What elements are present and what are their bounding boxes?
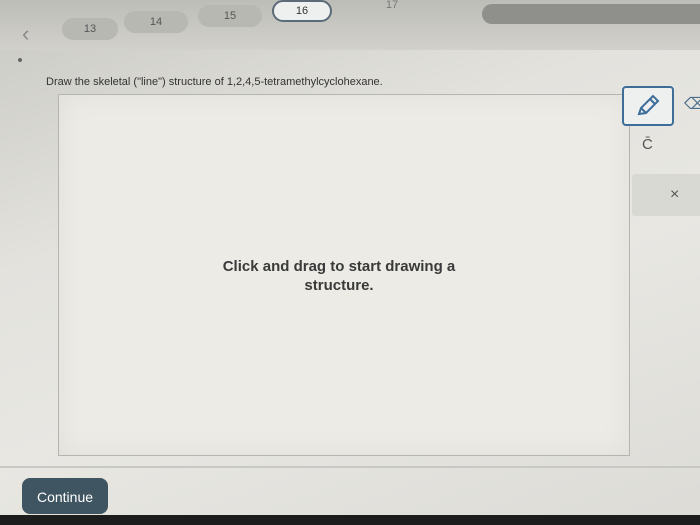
screen-edge [0, 515, 700, 525]
pencil-tool-button[interactable] [622, 86, 674, 126]
drawing-canvas[interactable]: Click and drag to start drawing a struct… [58, 94, 630, 456]
eraser-icon[interactable]: ⌫ [684, 94, 700, 114]
question-15-button[interactable]: 15 [198, 5, 262, 27]
divider [0, 466, 700, 468]
progress-strip [482, 4, 700, 24]
charge-button[interactable]: C̄ [642, 136, 653, 153]
question-13-button[interactable]: 13 [62, 18, 118, 40]
question-navigation-bar: ‹ 13 14 15 16 17 [0, 0, 700, 50]
status-dot [18, 58, 22, 62]
continue-button[interactable]: Continue [22, 478, 108, 514]
back-arrow-icon[interactable]: ‹ [22, 22, 46, 46]
canvas-hint: Click and drag to start drawing a struct… [222, 258, 456, 294]
pencil-icon [637, 94, 660, 116]
question-17-button[interactable]: 17 [372, 0, 412, 16]
drawing-toolbar: ⌫ C̄ × [622, 86, 700, 216]
delete-button[interactable]: × [670, 186, 679, 204]
delete-panel: × [632, 174, 700, 216]
question-prompt: Draw the skeletal ("line") structure of … [46, 76, 383, 88]
question-16-button[interactable]: 16 [272, 0, 332, 22]
question-14-button[interactable]: 14 [124, 11, 188, 33]
